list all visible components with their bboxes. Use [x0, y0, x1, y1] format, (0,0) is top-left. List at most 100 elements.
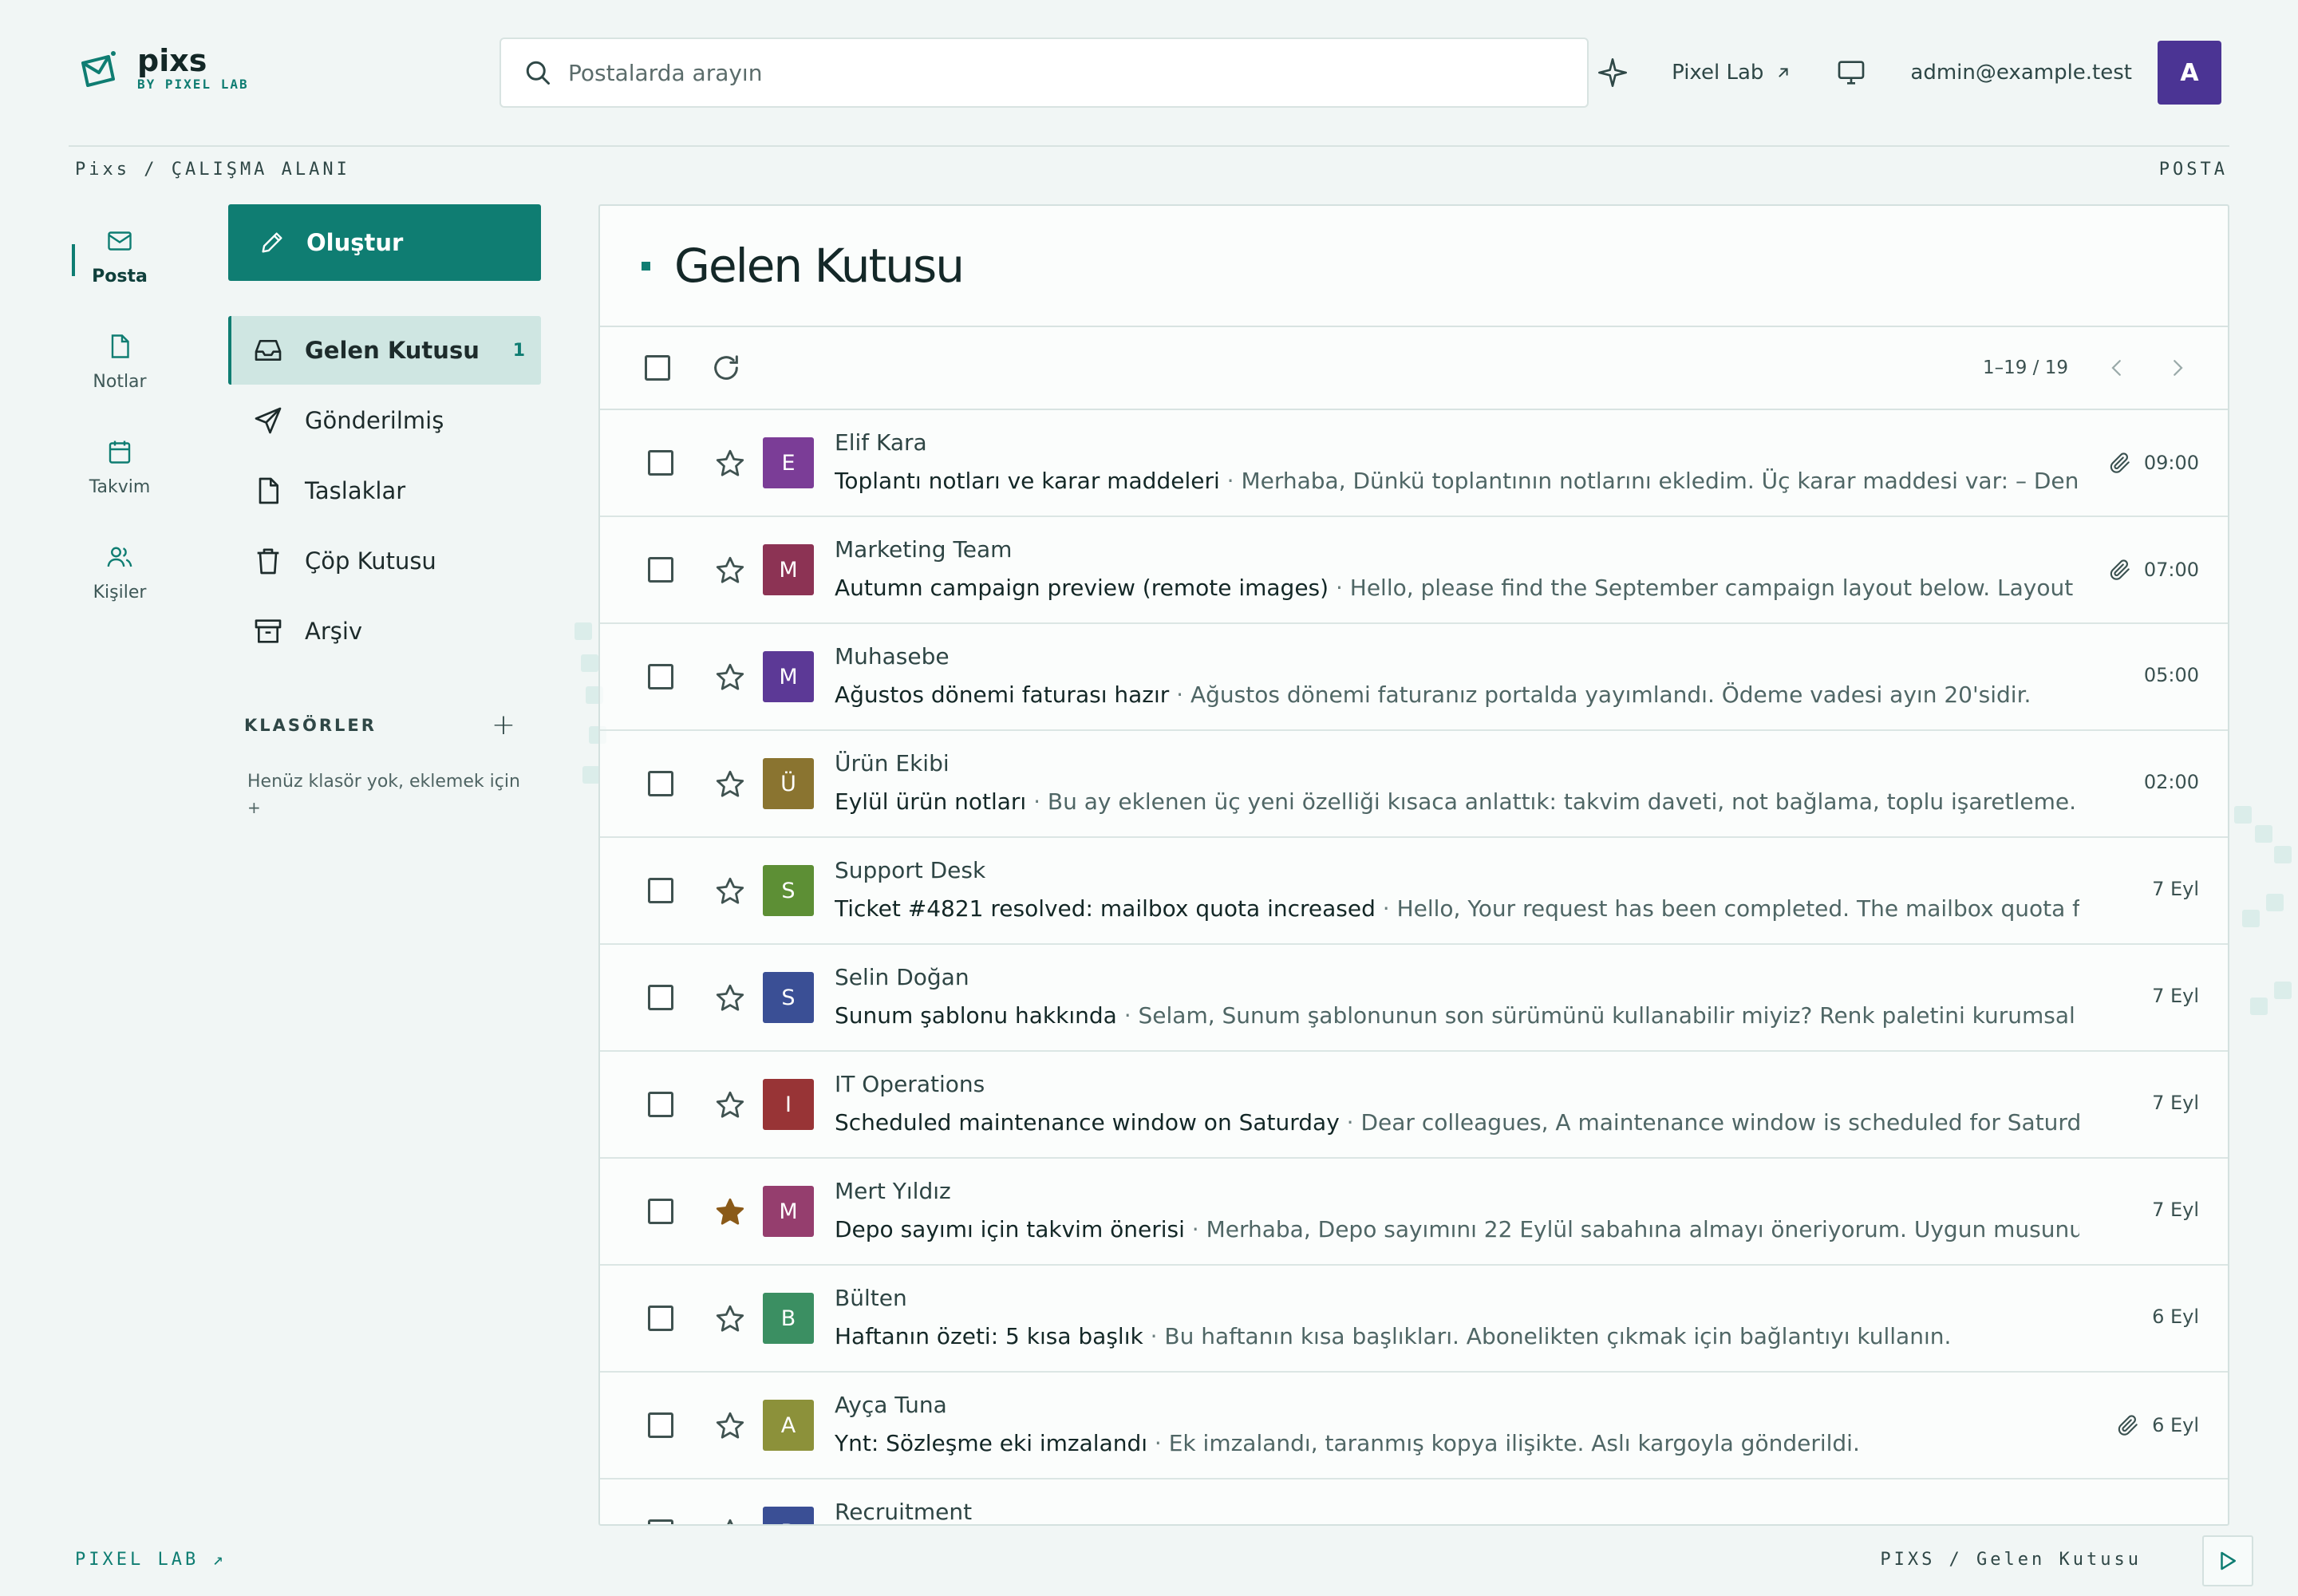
- separator-dot: ·: [1026, 788, 1048, 815]
- sender-avatar: S: [763, 865, 814, 916]
- compose-button[interactable]: Oluştur: [228, 204, 541, 281]
- sparkle-icon[interactable]: [1597, 57, 1629, 89]
- star-icon[interactable]: [713, 1409, 747, 1443]
- row-checkbox[interactable]: [648, 1412, 673, 1438]
- row-checkbox[interactable]: [648, 985, 673, 1010]
- compose-label: Oluştur: [306, 229, 404, 256]
- separator-dot: ·: [1339, 1109, 1361, 1136]
- email-preview-line: Toplantı notları ve karar maddeleri · Me…: [835, 468, 2079, 494]
- email-row[interactable]: S Support Desk Ticket #4821 resolved: mail…: [600, 838, 2228, 945]
- pagination: 1–19 / 19: [1983, 356, 2189, 380]
- email-row[interactable]: M Mert Yıldız Depo sayımı için takvim öner…: [600, 1159, 2228, 1266]
- folder-sent[interactable]: Gönderilmiş: [228, 386, 541, 455]
- play-button[interactable]: [2202, 1535, 2253, 1586]
- row-checkbox[interactable]: [648, 557, 673, 583]
- email-snippet: Selam, Sunum şablonunun son sürümünü kul…: [1138, 1002, 2079, 1029]
- email-meta: 09:00: [2107, 450, 2199, 476]
- folder-archive[interactable]: Arşiv: [228, 597, 541, 666]
- rail-item-takvim[interactable]: Takvim: [72, 417, 168, 522]
- folders-empty-add[interactable]: +: [247, 798, 535, 817]
- star-icon[interactable]: [713, 1195, 747, 1229]
- email-row[interactable]: S Selin Doğan Sunum şablonu hakkında · Sel…: [600, 945, 2228, 1052]
- row-checkbox[interactable]: [648, 771, 673, 796]
- folders-empty-text: Henüz klasör yok, eklemek için +: [247, 766, 535, 817]
- folder-label: Gelen Kutusu: [305, 337, 480, 364]
- email-row[interactable]: E Elif Kara Toplantı notları ve karar madd…: [600, 410, 2228, 517]
- sender-name: Elif Kara: [835, 429, 927, 456]
- folder-label: Arşiv: [305, 618, 363, 645]
- sender-avatar: A: [763, 1400, 814, 1451]
- row-checkbox[interactable]: [648, 1199, 673, 1224]
- header-actions: Pixel Lab admin@example.test A: [1597, 40, 2221, 105]
- star-icon[interactable]: [713, 661, 747, 694]
- star-icon[interactable]: [713, 982, 747, 1015]
- email-time: 09:00: [2143, 452, 2199, 474]
- folder-list: Gelen Kutusu 1 Gönderilmiş Taslaklar Çöp…: [228, 316, 541, 667]
- email-time: 7 Eyl: [2152, 1199, 2199, 1221]
- note-icon: [111, 334, 129, 358]
- user-email[interactable]: admin@example.test: [1910, 61, 2132, 85]
- email-preview-line: Eylül ürün notları · Bu ay eklenen üç ye…: [835, 788, 2079, 815]
- search-box[interactable]: [499, 38, 1589, 108]
- star-icon[interactable]: [713, 1302, 747, 1336]
- footer-brand-link[interactable]: PIXEL LAB ↗: [75, 1550, 227, 1570]
- star-icon[interactable]: [713, 875, 747, 908]
- email-meta: 6 Eyl: [2152, 1306, 2199, 1328]
- folder-inbox[interactable]: Gelen Kutusu 1: [228, 316, 541, 385]
- select-all-checkbox[interactable]: [645, 355, 670, 381]
- folder-label: Gönderilmiş: [305, 407, 444, 434]
- email-subject: Sunum şablonu hakkında: [835, 1002, 1117, 1029]
- row-checkbox[interactable]: [648, 450, 673, 476]
- chevron-left-icon[interactable]: [2105, 356, 2129, 380]
- email-row[interactable]: M Muhasebe Ağustos dönemi faturası hazır ·…: [600, 624, 2228, 731]
- refresh-icon[interactable]: [710, 352, 742, 384]
- rail-label: Takvim: [89, 477, 151, 497]
- sender-avatar: B: [763, 1293, 814, 1344]
- app-logo[interactable]: pixs BY PIXEL LAB: [77, 45, 249, 92]
- rail-item-kisiler[interactable]: Kişiler: [72, 522, 168, 627]
- row-checkbox[interactable]: [648, 1306, 673, 1331]
- rail-item-notlar[interactable]: Notlar: [72, 311, 168, 417]
- email-row[interactable]: M Marketing Team Autumn campaign preview (…: [600, 517, 2228, 624]
- header-divider: [69, 145, 2229, 147]
- separator-dot: ·: [1169, 681, 1190, 708]
- email-row[interactable]: A Ayça Tuna Ynt: Sözleşme eki imzalandı · …: [600, 1373, 2228, 1479]
- workspace-link[interactable]: Pixel Lab: [1672, 61, 1792, 85]
- email-row[interactable]: R Recruitment: [600, 1479, 2228, 1526]
- panel-header: Gelen Kutusu: [600, 206, 2228, 327]
- email-preview-line: Sunum şablonu hakkında · Selam, Sunum şa…: [835, 1002, 2079, 1029]
- email-row[interactable]: I IT Operations Scheduled maintenance wind…: [600, 1052, 2228, 1159]
- email-row[interactable]: Ü Ürün Ekibi Eylül ürün notları · Bu ay ek…: [600, 731, 2228, 838]
- row-checkbox[interactable]: [648, 664, 673, 689]
- folder-drafts[interactable]: Taslaklar: [228, 456, 541, 525]
- row-checkbox[interactable]: [648, 1519, 673, 1524]
- search-input[interactable]: [568, 59, 1587, 86]
- folder-trash[interactable]: Çöp Kutusu: [228, 527, 541, 595]
- email-subject: Ticket #4821 resolved: mailbox quota inc…: [835, 895, 1376, 922]
- folders-empty-line: Henüz klasör yok, eklemek için: [247, 772, 520, 792]
- list-toolbar: 1–19 / 19: [600, 327, 2228, 410]
- rail-item-posta[interactable]: Posta: [72, 206, 168, 311]
- email-time: 07:00: [2143, 559, 2199, 581]
- star-icon[interactable]: [713, 1088, 747, 1122]
- add-folder-button[interactable]: +: [492, 709, 515, 741]
- folders-section-title: KLASÖRLER: [244, 715, 377, 735]
- email-preview-line: Autumn campaign preview (remote images) …: [835, 575, 2079, 601]
- email-preview-line: Depo sayımı için takvim önerisi · Merhab…: [835, 1216, 2079, 1242]
- monitor-icon[interactable]: [1835, 57, 1867, 89]
- search-icon: [526, 61, 550, 85]
- star-icon[interactable]: [713, 447, 747, 480]
- star-icon[interactable]: [713, 554, 747, 587]
- email-snippet: Dear colleagues, A maintenance window is…: [1360, 1109, 2079, 1136]
- email-time: 6 Eyl: [2152, 1306, 2199, 1328]
- star-icon[interactable]: [713, 1516, 747, 1526]
- chevron-right-icon[interactable]: [2166, 356, 2189, 380]
- row-checkbox[interactable]: [648, 1092, 673, 1117]
- email-row[interactable]: B Bülten Haftanın özeti: 5 kısa başlık · B…: [600, 1266, 2228, 1373]
- row-checkbox[interactable]: [648, 878, 673, 903]
- star-icon[interactable]: [713, 768, 747, 801]
- external-link-icon: [1779, 68, 1789, 77]
- user-avatar[interactable]: A: [2158, 41, 2221, 105]
- sender-name: Support Desk: [835, 857, 986, 883]
- app-name: pixs: [137, 43, 207, 78]
